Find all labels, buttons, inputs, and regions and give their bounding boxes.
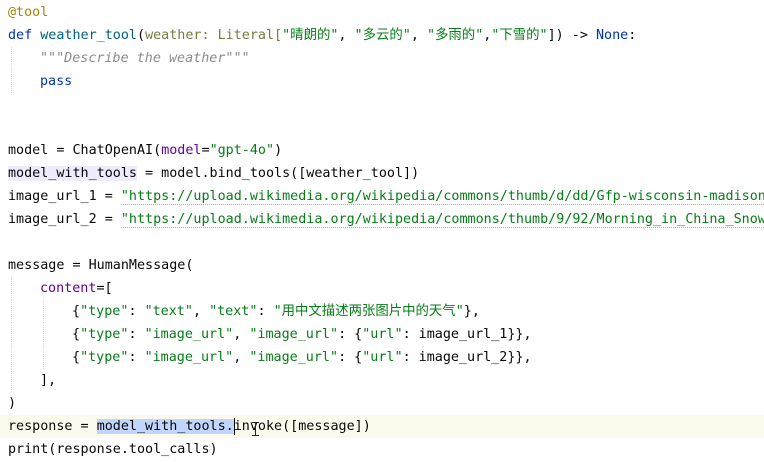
code-token: "多云的" bbox=[354, 28, 411, 43]
code-token: : bbox=[128, 327, 145, 342]
code-token: "text" bbox=[144, 304, 193, 319]
code-editor[interactable]: @tool def weather_tool(weather: Literal["… bbox=[0, 0, 764, 462]
code-token: = bbox=[201, 143, 210, 158]
code-token: @tool bbox=[8, 5, 49, 20]
code-token: None bbox=[596, 28, 629, 43]
code-token: "多雨的" bbox=[426, 28, 484, 43]
indent-guide bbox=[43, 300, 45, 323]
code-token: """Describe the weather""" bbox=[40, 51, 250, 66]
code-token: "image_url" bbox=[144, 327, 234, 342]
code-token: ( bbox=[137, 28, 146, 43]
code-token: weather_tool bbox=[40, 28, 137, 43]
code-token: = model.bind_tools([weather_tool]) bbox=[137, 166, 420, 181]
code-token: ], bbox=[40, 373, 57, 388]
code-line[interactable]: model = ChatOpenAI(model="gpt-4o") bbox=[0, 139, 764, 162]
code-token: "gpt-4o" bbox=[209, 143, 275, 158]
code-line[interactable]: pass bbox=[0, 70, 764, 93]
code-token: "用中文描述两张图片中的天气" bbox=[273, 304, 464, 319]
code-token: "image_url" bbox=[249, 350, 339, 365]
text-caret bbox=[233, 418, 235, 435]
code-token: : image_url_2}}, bbox=[402, 350, 532, 365]
code-token: ) bbox=[8, 396, 17, 411]
code-token: def bbox=[8, 28, 41, 43]
code-token: : bbox=[128, 304, 145, 319]
code-token: weather bbox=[145, 28, 202, 43]
code-line[interactable]: """Describe the weather""" bbox=[0, 47, 764, 70]
code-token: }, bbox=[463, 304, 480, 319]
code-token: "下雪的" bbox=[491, 28, 548, 43]
indent-guide bbox=[43, 346, 45, 369]
code-line[interactable] bbox=[0, 116, 764, 139]
code-token: "晴朗的" bbox=[282, 28, 339, 43]
code-token: "text" bbox=[209, 304, 258, 319]
code-line[interactable]: image_url_2 = "https://upload.wikimedia.… bbox=[0, 208, 764, 231]
code-token: print(response.tool_calls) bbox=[8, 442, 218, 457]
indent-guide bbox=[11, 323, 13, 346]
code-token: "https://upload.wikimedia.org/wikipedia/… bbox=[120, 212, 764, 228]
code-token: "type" bbox=[80, 304, 129, 319]
code-token: "image_url" bbox=[144, 350, 234, 365]
code-token: model_with_tools. bbox=[96, 419, 234, 434]
code-line[interactable]: ], bbox=[0, 369, 764, 392]
code-token: : bbox=[257, 304, 274, 319]
code-token: ]) -> bbox=[547, 28, 596, 43]
code-token: { bbox=[72, 350, 81, 365]
code-token: : bbox=[128, 350, 145, 365]
code-token: : Literal[ bbox=[201, 28, 283, 43]
code-line[interactable]: response = model_with_tools.invoke([mess… bbox=[0, 415, 764, 438]
code-token: , bbox=[338, 28, 355, 43]
code-token: pass bbox=[40, 74, 73, 89]
code-token: message = HumanMessage( bbox=[8, 258, 194, 273]
code-line[interactable] bbox=[0, 231, 764, 254]
code-line[interactable]: @tool bbox=[0, 1, 764, 24]
code-token: model = ChatOpenAI( bbox=[8, 143, 162, 158]
code-line[interactable]: def weather_tool(weather: Literal["晴朗的",… bbox=[0, 24, 764, 47]
code-line[interactable]: content=[ bbox=[0, 277, 764, 300]
indent-guide bbox=[11, 47, 13, 70]
indent-guide bbox=[11, 300, 13, 323]
code-token: response = bbox=[8, 419, 97, 434]
code-token: model bbox=[161, 143, 202, 158]
code-line[interactable]: {"type": "text", "text": "用中文描述两张图片中的天气"… bbox=[0, 300, 764, 323]
code-line[interactable] bbox=[0, 93, 764, 116]
code-token: , bbox=[233, 350, 250, 365]
indent-guide bbox=[11, 70, 13, 93]
code-token: { bbox=[72, 327, 81, 342]
code-line[interactable]: {"type": "image_url", "image_url": {"url… bbox=[0, 323, 764, 346]
code-token: "image_url" bbox=[249, 327, 339, 342]
indent-guide bbox=[11, 346, 13, 369]
code-token: , bbox=[410, 28, 427, 43]
code-line[interactable]: ) bbox=[0, 392, 764, 415]
code-token: content bbox=[40, 281, 97, 296]
code-token: , bbox=[192, 304, 210, 319]
indent-guide bbox=[11, 369, 13, 392]
code-token: : { bbox=[338, 350, 363, 365]
code-token: image_url_1 = bbox=[8, 189, 121, 204]
code-token: =[ bbox=[96, 281, 113, 296]
code-token: : image_url_1}}, bbox=[402, 327, 532, 342]
code-line[interactable]: {"type": "image_url", "image_url": {"url… bbox=[0, 346, 764, 369]
code-token: ) bbox=[274, 143, 283, 158]
code-token: "url" bbox=[362, 350, 403, 365]
code-token: : bbox=[628, 28, 637, 43]
indent-guide bbox=[43, 323, 45, 346]
code-token: { bbox=[72, 304, 81, 319]
indent-guide bbox=[11, 277, 13, 300]
code-token: , bbox=[233, 327, 250, 342]
code-line[interactable]: image_url_1 = "https://upload.wikimedia.… bbox=[0, 185, 764, 208]
code-token: model_with_tools bbox=[8, 166, 137, 181]
code-line[interactable]: message = HumanMessage( bbox=[0, 254, 764, 277]
code-token: image_url_2 = bbox=[8, 212, 121, 227]
mouse-ibeam-cursor bbox=[251, 422, 260, 436]
code-line[interactable]: model_with_tools = model.bind_tools([wea… bbox=[0, 162, 764, 185]
code-token: : { bbox=[338, 327, 363, 342]
code-token: "https://upload.wikimedia.org/wikipedia/… bbox=[120, 189, 764, 205]
code-line[interactable]: print(response.tool_calls) bbox=[0, 438, 764, 461]
code-token: "type" bbox=[80, 350, 129, 365]
code-token: "type" bbox=[80, 327, 129, 342]
code-token: "url" bbox=[362, 327, 403, 342]
